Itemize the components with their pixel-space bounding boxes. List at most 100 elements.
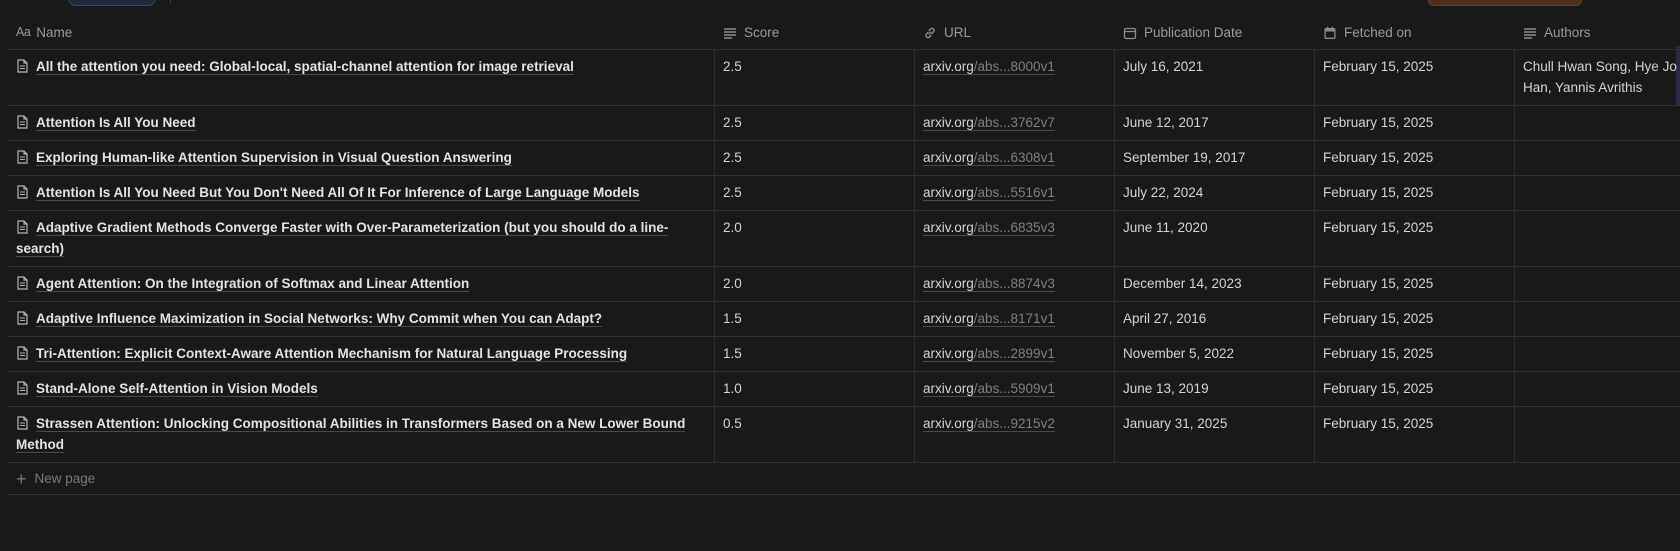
column-header-url[interactable]: URL xyxy=(915,16,1115,49)
top-toolbar-edge xyxy=(0,0,1680,6)
cell-fetched-on[interactable]: February 15, 2025 xyxy=(1315,302,1515,336)
url-link[interactable]: arxiv.org/abs...5909v1 xyxy=(923,381,1055,397)
column-header-score[interactable]: Score xyxy=(715,16,915,49)
cell-authors[interactable] xyxy=(1515,302,1680,336)
cell-url[interactable]: arxiv.org/abs...8171v1 xyxy=(915,302,1115,336)
page-title-link[interactable]: Attention Is All You Need But You Don't … xyxy=(36,185,640,201)
table-row[interactable]: Attention Is All You Need But You Don't … xyxy=(8,176,1680,211)
cell-fetched-on[interactable]: February 15, 2025 xyxy=(1315,407,1515,462)
cell-fetched-on[interactable]: February 15, 2025 xyxy=(1315,372,1515,406)
cell-name[interactable]: Attention Is All You Need But You Don't … xyxy=(8,176,715,210)
cell-url[interactable]: arxiv.org/abs...8000v1 xyxy=(915,50,1115,105)
column-header-name[interactable]: Aa Name xyxy=(8,16,715,49)
cell-score[interactable]: 2.5 xyxy=(715,50,915,105)
cell-authors[interactable]: Chull Hwan Song, Hye Jo Han, Yannis Avri… xyxy=(1515,50,1680,105)
cell-name[interactable]: Agent Attention: On the Integration of S… xyxy=(8,267,715,301)
cell-name[interactable]: Exploring Human-like Attention Supervisi… xyxy=(8,141,715,175)
cell-url[interactable]: arxiv.org/abs...8874v3 xyxy=(915,267,1115,301)
table-row[interactable]: Agent Attention: On the Integration of S… xyxy=(8,267,1680,302)
cell-authors[interactable] xyxy=(1515,267,1680,301)
table-row[interactable]: Attention Is All You Need 2.5 arxiv.org/ab… xyxy=(8,106,1680,141)
page-title-link[interactable]: Tri-Attention: Explicit Context-Aware At… xyxy=(36,346,628,362)
cell-url[interactable]: arxiv.org/abs...6308v1 xyxy=(915,141,1115,175)
url-link[interactable]: arxiv.org/abs...3762v7 xyxy=(923,115,1055,131)
cell-score[interactable]: 0.5 xyxy=(715,407,915,462)
cell-url[interactable]: arxiv.org/abs...9215v2 xyxy=(915,407,1115,462)
cell-name[interactable]: Adaptive Gradient Methods Converge Faste… xyxy=(8,211,715,266)
url-link[interactable]: arxiv.org/abs...8874v3 xyxy=(923,276,1055,292)
cell-authors[interactable] xyxy=(1515,407,1680,462)
cell-authors[interactable] xyxy=(1515,141,1680,175)
page-title-link[interactable]: Stand-Alone Self-Attention in Vision Mod… xyxy=(36,381,318,397)
cell-fetched-on[interactable]: February 15, 2025 xyxy=(1315,106,1515,140)
cell-url[interactable]: arxiv.org/abs...6835v3 xyxy=(915,211,1115,266)
cell-name[interactable]: Adaptive Influence Maximization in Socia… xyxy=(8,302,715,336)
table-row[interactable]: Adaptive Influence Maximization in Socia… xyxy=(8,302,1680,337)
url-link[interactable]: arxiv.org/abs...9215v2 xyxy=(923,416,1055,432)
url-link[interactable]: arxiv.org/abs...2899v1 xyxy=(923,346,1055,362)
cell-publication-date[interactable]: July 22, 2024 xyxy=(1115,176,1315,210)
cell-fetched-on[interactable]: February 15, 2025 xyxy=(1315,176,1515,210)
cell-url[interactable]: arxiv.org/abs...5516v1 xyxy=(915,176,1115,210)
table-row[interactable]: Tri-Attention: Explicit Context-Aware At… xyxy=(8,337,1680,372)
page-title-link[interactable]: Adaptive Influence Maximization in Socia… xyxy=(36,311,603,327)
view-tab-button[interactable] xyxy=(68,0,156,6)
cell-name[interactable]: Strassen Attention: Unlocking Compositio… xyxy=(8,407,715,462)
cell-score[interactable]: 1.5 xyxy=(715,337,915,371)
cell-fetched-on[interactable]: February 15, 2025 xyxy=(1315,141,1515,175)
cell-publication-date[interactable]: April 27, 2016 xyxy=(1115,302,1315,336)
cell-fetched-on[interactable]: February 15, 2025 xyxy=(1315,337,1515,371)
url-link[interactable]: arxiv.org/abs...5516v1 xyxy=(923,185,1055,201)
cell-publication-date[interactable]: January 31, 2025 xyxy=(1115,407,1315,462)
column-header-authors[interactable]: Authors xyxy=(1515,16,1680,49)
cell-fetched-on[interactable]: February 15, 2025 xyxy=(1315,267,1515,301)
cell-publication-date[interactable]: December 14, 2023 xyxy=(1115,267,1315,301)
cell-publication-date[interactable]: July 16, 2021 xyxy=(1115,50,1315,105)
new-button[interactable] xyxy=(1428,0,1582,6)
cell-authors[interactable] xyxy=(1515,337,1680,371)
cell-fetched-on[interactable]: February 15, 2025 xyxy=(1315,50,1515,105)
cell-publication-date[interactable]: September 19, 2017 xyxy=(1115,141,1315,175)
cell-score[interactable]: 2.5 xyxy=(715,141,915,175)
url-link[interactable]: arxiv.org/abs...6835v3 xyxy=(923,220,1055,236)
cell-name[interactable]: Stand-Alone Self-Attention in Vision Mod… xyxy=(8,372,715,406)
table-row[interactable]: Exploring Human-like Attention Supervisi… xyxy=(8,141,1680,176)
cell-authors[interactable] xyxy=(1515,211,1680,266)
cell-authors[interactable] xyxy=(1515,176,1680,210)
cell-score[interactable]: 2.5 xyxy=(715,176,915,210)
cell-url[interactable]: arxiv.org/abs...2899v1 xyxy=(915,337,1115,371)
cell-publication-date[interactable]: June 11, 2020 xyxy=(1115,211,1315,266)
column-header-fetched-on[interactable]: Fetched on xyxy=(1315,16,1515,49)
table-row[interactable]: All the attention you need: Global-local… xyxy=(8,50,1680,106)
url-link[interactable]: arxiv.org/abs...6308v1 xyxy=(923,150,1055,166)
cell-fetched-on[interactable]: February 15, 2025 xyxy=(1315,211,1515,266)
url-link[interactable]: arxiv.org/abs...8000v1 xyxy=(923,59,1055,75)
cell-publication-date[interactable]: November 5, 2022 xyxy=(1115,337,1315,371)
column-header-publication-date[interactable]: Publication Date xyxy=(1115,16,1315,49)
cell-name[interactable]: All the attention you need: Global-local… xyxy=(8,50,715,105)
table-row[interactable]: Strassen Attention: Unlocking Compositio… xyxy=(8,407,1680,463)
cell-score[interactable]: 2.0 xyxy=(715,267,915,301)
page-title-link[interactable]: Exploring Human-like Attention Supervisi… xyxy=(36,150,512,166)
cell-score[interactable]: 1.0 xyxy=(715,372,915,406)
cell-url[interactable]: arxiv.org/abs...5909v1 xyxy=(915,372,1115,406)
cell-publication-date[interactable]: June 12, 2017 xyxy=(1115,106,1315,140)
cell-name[interactable]: Attention Is All You Need xyxy=(8,106,715,140)
cell-url[interactable]: arxiv.org/abs...3762v7 xyxy=(915,106,1115,140)
page-title-link[interactable]: Adaptive Gradient Methods Converge Faste… xyxy=(16,220,669,257)
cell-score[interactable]: 1.5 xyxy=(715,302,915,336)
table-row[interactable]: Adaptive Gradient Methods Converge Faste… xyxy=(8,211,1680,267)
cell-authors[interactable] xyxy=(1515,372,1680,406)
cell-publication-date[interactable]: June 13, 2019 xyxy=(1115,372,1315,406)
table-row[interactable]: Stand-Alone Self-Attention in Vision Mod… xyxy=(8,372,1680,407)
url-link[interactable]: arxiv.org/abs...8171v1 xyxy=(923,311,1055,327)
page-title-link[interactable]: Strassen Attention: Unlocking Compositio… xyxy=(16,416,686,453)
cell-score[interactable]: 2.0 xyxy=(715,211,915,266)
cell-score[interactable]: 2.5 xyxy=(715,106,915,140)
page-title-link[interactable]: All the attention you need: Global-local… xyxy=(36,59,574,75)
page-title-link[interactable]: Agent Attention: On the Integration of S… xyxy=(36,276,470,292)
cell-authors[interactable] xyxy=(1515,106,1680,140)
page-title-link[interactable]: Attention Is All You Need xyxy=(36,115,196,131)
new-page-button[interactable]: + New page xyxy=(8,463,1680,495)
cell-name[interactable]: Tri-Attention: Explicit Context-Aware At… xyxy=(8,337,715,371)
